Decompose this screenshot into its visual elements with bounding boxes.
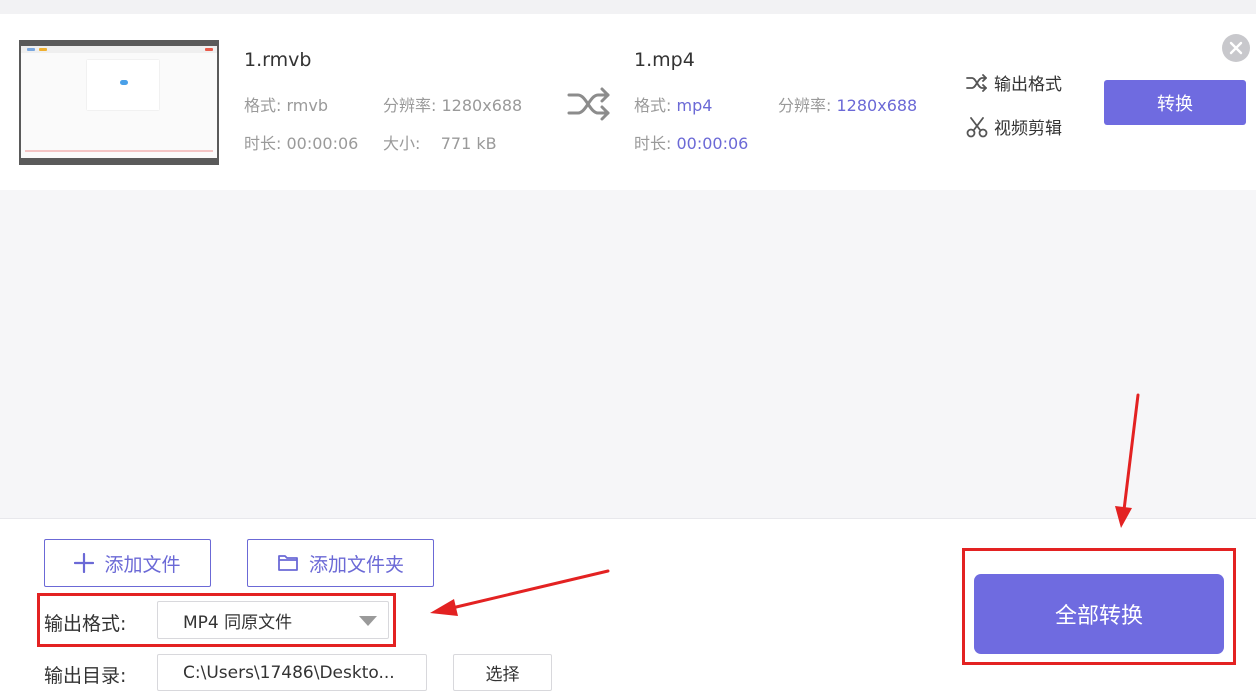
annotation-arrow-to-format	[430, 569, 610, 616]
annotation-arrows	[430, 393, 1140, 616]
annotation-arrow-to-convert-all	[1115, 393, 1140, 528]
